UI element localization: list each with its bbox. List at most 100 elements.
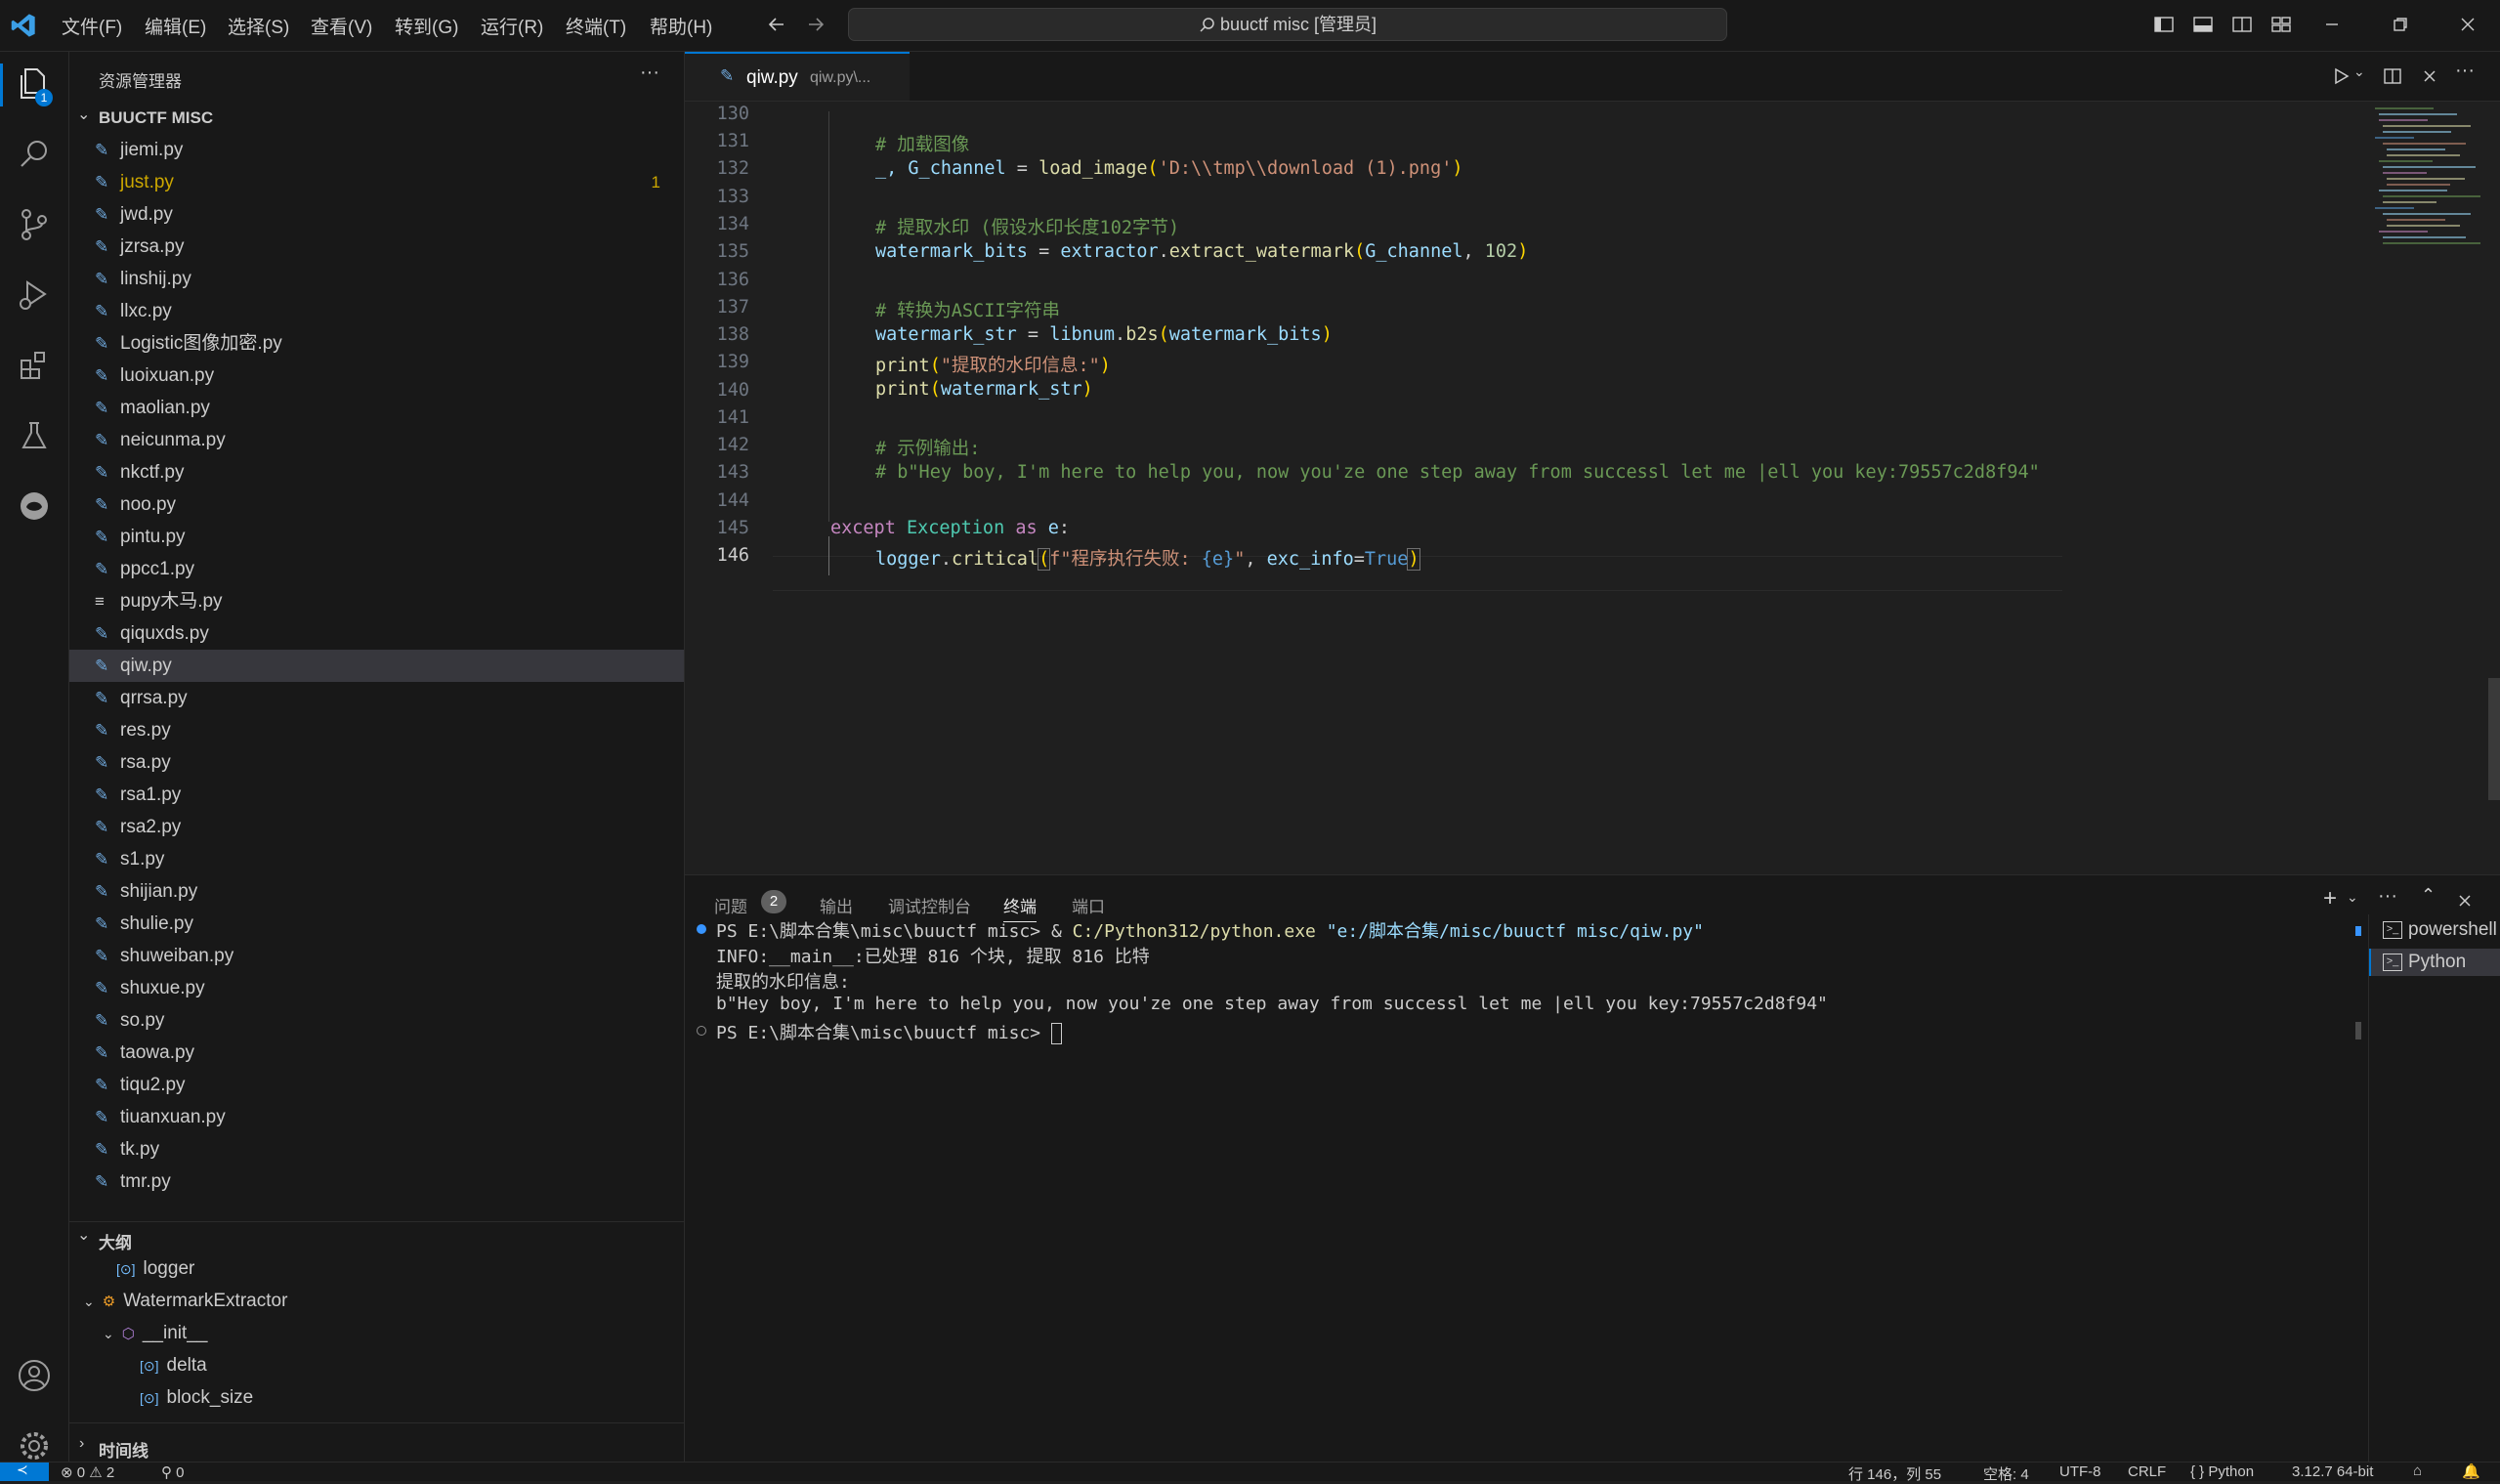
- source-control-icon[interactable]: [14, 204, 55, 245]
- file-item[interactable]: ✎ luoixuan.py: [69, 360, 684, 392]
- outline-header[interactable]: ⌄ 大纲: [69, 1223, 684, 1252]
- more-actions-icon[interactable]: ···: [640, 62, 659, 84]
- search-icon[interactable]: [14, 134, 55, 175]
- file-item[interactable]: ✎ rsa.py: [69, 746, 684, 779]
- file-item[interactable]: ✎ tk.py: [69, 1133, 684, 1166]
- cursor-position[interactable]: 行 146，列 55: [1848, 1463, 1941, 1484]
- extensions-icon[interactable]: [14, 345, 55, 386]
- tab-output[interactable]: 输出: [820, 893, 853, 917]
- toggle-panel-icon[interactable]: [2192, 14, 2214, 35]
- run-python-file-icon[interactable]: [2330, 65, 2352, 87]
- file-item[interactable]: ≡ pupy木马.py: [69, 585, 684, 617]
- file-item[interactable]: ✎ res.py: [69, 714, 684, 746]
- python-interpreter[interactable]: 3.12.7 64-bit: [2292, 1463, 2373, 1480]
- close-editor-icon[interactable]: [2419, 65, 2440, 87]
- file-item[interactable]: ✎ s1.py: [69, 843, 684, 875]
- new-terminal-plus-icon[interactable]: +: [2323, 885, 2337, 912]
- timeline-header[interactable]: › 时间线: [69, 1435, 684, 1461]
- file-item[interactable]: ✎ shuweiban.py: [69, 940, 684, 972]
- file-item[interactable]: ✎ tmr.py: [69, 1166, 684, 1198]
- file-item[interactable]: ✎ jwd.py: [69, 198, 684, 231]
- chevron-down-icon[interactable]: ⌄: [2347, 889, 2358, 906]
- file-item[interactable]: ✎ ppcc1.py: [69, 553, 684, 585]
- tab-ports[interactable]: 端口: [1072, 893, 1105, 917]
- minimap[interactable]: [2365, 102, 2482, 395]
- settings-gear-icon[interactable]: [14, 1425, 55, 1466]
- restore-window-icon[interactable]: [2390, 14, 2411, 35]
- close-window-icon[interactable]: [2457, 14, 2479, 35]
- remote-indicator[interactable]: ≺: [0, 1462, 49, 1481]
- close-panel-icon[interactable]: [2455, 891, 2475, 911]
- vertical-scrollbar-thumb[interactable]: [2488, 678, 2500, 800]
- language-mode[interactable]: { } Python: [2190, 1463, 2254, 1480]
- file-item[interactable]: ✎ just.py 1: [69, 166, 684, 198]
- outline-item-class[interactable]: ⌄ ⚙ WatermarkExtractor: [83, 1285, 287, 1317]
- file-item[interactable]: ✎ qrrsa.py: [69, 682, 684, 714]
- menu-edit[interactable]: 编辑(E): [145, 13, 206, 39]
- menu-help[interactable]: 帮助(H): [650, 13, 712, 39]
- menu-run[interactable]: 运行(R): [481, 13, 543, 39]
- file-item[interactable]: ✎ rsa1.py: [69, 779, 684, 811]
- maximize-panel-chevron-up-icon[interactable]: ⌃: [2421, 885, 2436, 906]
- minimize-window-icon[interactable]: [2321, 14, 2343, 35]
- outline-item-logger[interactable]: [⊙] logger: [116, 1252, 194, 1285]
- terminal-list-item-python[interactable]: >_ Python: [2369, 949, 2500, 976]
- ports-status[interactable]: ⚲ 0: [161, 1463, 185, 1481]
- file-item[interactable]: ✎ so.py: [69, 1004, 684, 1037]
- file-item[interactable]: ✎ nkctf.py: [69, 456, 684, 488]
- forward-arrow-icon[interactable]: [805, 14, 826, 35]
- remote-explorer-icon[interactable]: [14, 486, 55, 527]
- tab-debug-console[interactable]: 调试控制台: [888, 893, 971, 917]
- terminal-line-5[interactable]: PS E:\脚本合集\misc\buuctf misc>: [716, 1019, 1062, 1044]
- file-item[interactable]: ✎ maolian.py: [69, 392, 684, 424]
- back-arrow-icon[interactable]: [766, 14, 787, 35]
- problems-status[interactable]: ⊗ 0 ⚠ 2: [61, 1463, 114, 1481]
- outline-item-block-size[interactable]: [⊙] block_size: [140, 1381, 253, 1414]
- file-item[interactable]: ✎ rsa2.py: [69, 811, 684, 843]
- folder-header[interactable]: ⌄ BUUCTF MISC: [69, 103, 684, 132]
- customize-layout-icon[interactable]: [2270, 14, 2292, 35]
- file-item[interactable]: ✎ llxc.py: [69, 295, 684, 327]
- file-item[interactable]: ✎ taowa.py: [69, 1037, 684, 1069]
- terminal-scrollbar-thumb[interactable]: [2355, 1022, 2361, 1039]
- file-item[interactable]: ✎ Logistic图像加密.py: [69, 327, 684, 360]
- file-item[interactable]: ✎ shulie.py: [69, 908, 684, 940]
- chevron-down-icon[interactable]: ⌄: [2353, 64, 2365, 80]
- file-item[interactable]: ✎ pintu.py: [69, 521, 684, 553]
- toggle-primary-sidebar-icon[interactable]: [2153, 14, 2175, 35]
- file-item[interactable]: ✎ qiw.py: [69, 650, 684, 682]
- menu-selection[interactable]: 选择(S): [228, 13, 289, 39]
- notifications-bell-icon[interactable]: 🔔: [2462, 1463, 2480, 1480]
- code-editor[interactable]: 130 131 132 133 134 135 136 137 138 139 140 141 142 1…: [685, 102, 2500, 873]
- feedback-icon[interactable]: ⌂: [2413, 1463, 2422, 1479]
- run-debug-icon[interactable]: [14, 275, 55, 316]
- command-center-search[interactable]: buuctf misc [管理员]: [848, 8, 1727, 41]
- line-endings[interactable]: CRLF: [2128, 1463, 2166, 1480]
- file-item[interactable]: ✎ neicunma.py: [69, 424, 684, 456]
- outline-item-init[interactable]: ⌄ ⬡ __init__: [103, 1317, 207, 1349]
- file-item[interactable]: ✎ jiemi.py: [69, 134, 684, 166]
- testing-flask-icon[interactable]: [14, 415, 55, 456]
- file-item[interactable]: ✎ noo.py: [69, 488, 684, 521]
- terminal-list-item-powershell[interactable]: >_ powershell: [2369, 916, 2500, 944]
- account-icon[interactable]: [14, 1355, 55, 1396]
- file-item[interactable]: ✎ linshij.py: [69, 263, 684, 295]
- file-item[interactable]: ✎ tiqu2.py: [69, 1069, 684, 1101]
- menu-go[interactable]: 转到(G): [395, 13, 458, 39]
- toggle-secondary-sidebar-icon[interactable]: [2231, 14, 2253, 35]
- menu-terminal[interactable]: 终端(T): [566, 13, 626, 39]
- more-actions-icon[interactable]: ···: [2455, 60, 2475, 82]
- file-item[interactable]: ✎ shijian.py: [69, 875, 684, 908]
- file-item[interactable]: ✎ qiquxds.py: [69, 617, 684, 650]
- tab-problems[interactable]: 问题: [714, 893, 747, 917]
- indentation[interactable]: 空格: 4: [1983, 1463, 2029, 1484]
- tab-qiw-py[interactable]: ✎ qiw.py qiw.py\...: [685, 52, 910, 101]
- encoding[interactable]: UTF-8: [2059, 1463, 2101, 1480]
- file-item[interactable]: ✎ tiuanxuan.py: [69, 1101, 684, 1133]
- menu-view[interactable]: 查看(V): [311, 13, 372, 39]
- file-item[interactable]: ✎ shuxue.py: [69, 972, 684, 1004]
- outline-item-delta[interactable]: [⊙] delta: [140, 1349, 207, 1381]
- split-editor-icon[interactable]: [2382, 65, 2403, 87]
- file-item[interactable]: ✎ jzrsa.py: [69, 231, 684, 263]
- more-actions-icon[interactable]: ···: [2378, 885, 2397, 908]
